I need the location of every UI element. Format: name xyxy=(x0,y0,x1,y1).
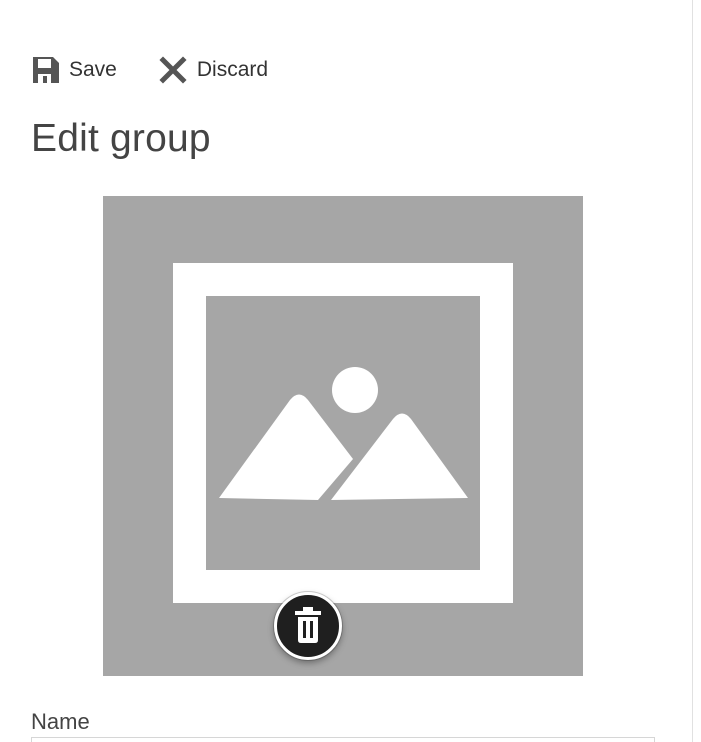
image-placeholder-icon xyxy=(173,263,513,603)
trash-icon xyxy=(291,606,325,647)
edit-group-page: Save Discard Edit group Name xyxy=(0,0,701,742)
name-label: Name xyxy=(31,709,90,734)
delete-photo-button[interactable] xyxy=(274,592,342,660)
discard-button[interactable]: Discard xyxy=(159,54,268,86)
page-title: Edit group xyxy=(31,117,211,160)
save-button[interactable]: Save xyxy=(31,54,117,86)
command-toolbar: Save Discard xyxy=(31,54,268,86)
group-photo-panel xyxy=(103,196,583,676)
right-panel-divider xyxy=(692,0,693,742)
discard-label: Discard xyxy=(196,58,269,81)
save-icon xyxy=(31,56,60,85)
save-label: Save xyxy=(69,58,117,81)
close-icon xyxy=(159,56,188,85)
name-input[interactable] xyxy=(31,737,655,742)
